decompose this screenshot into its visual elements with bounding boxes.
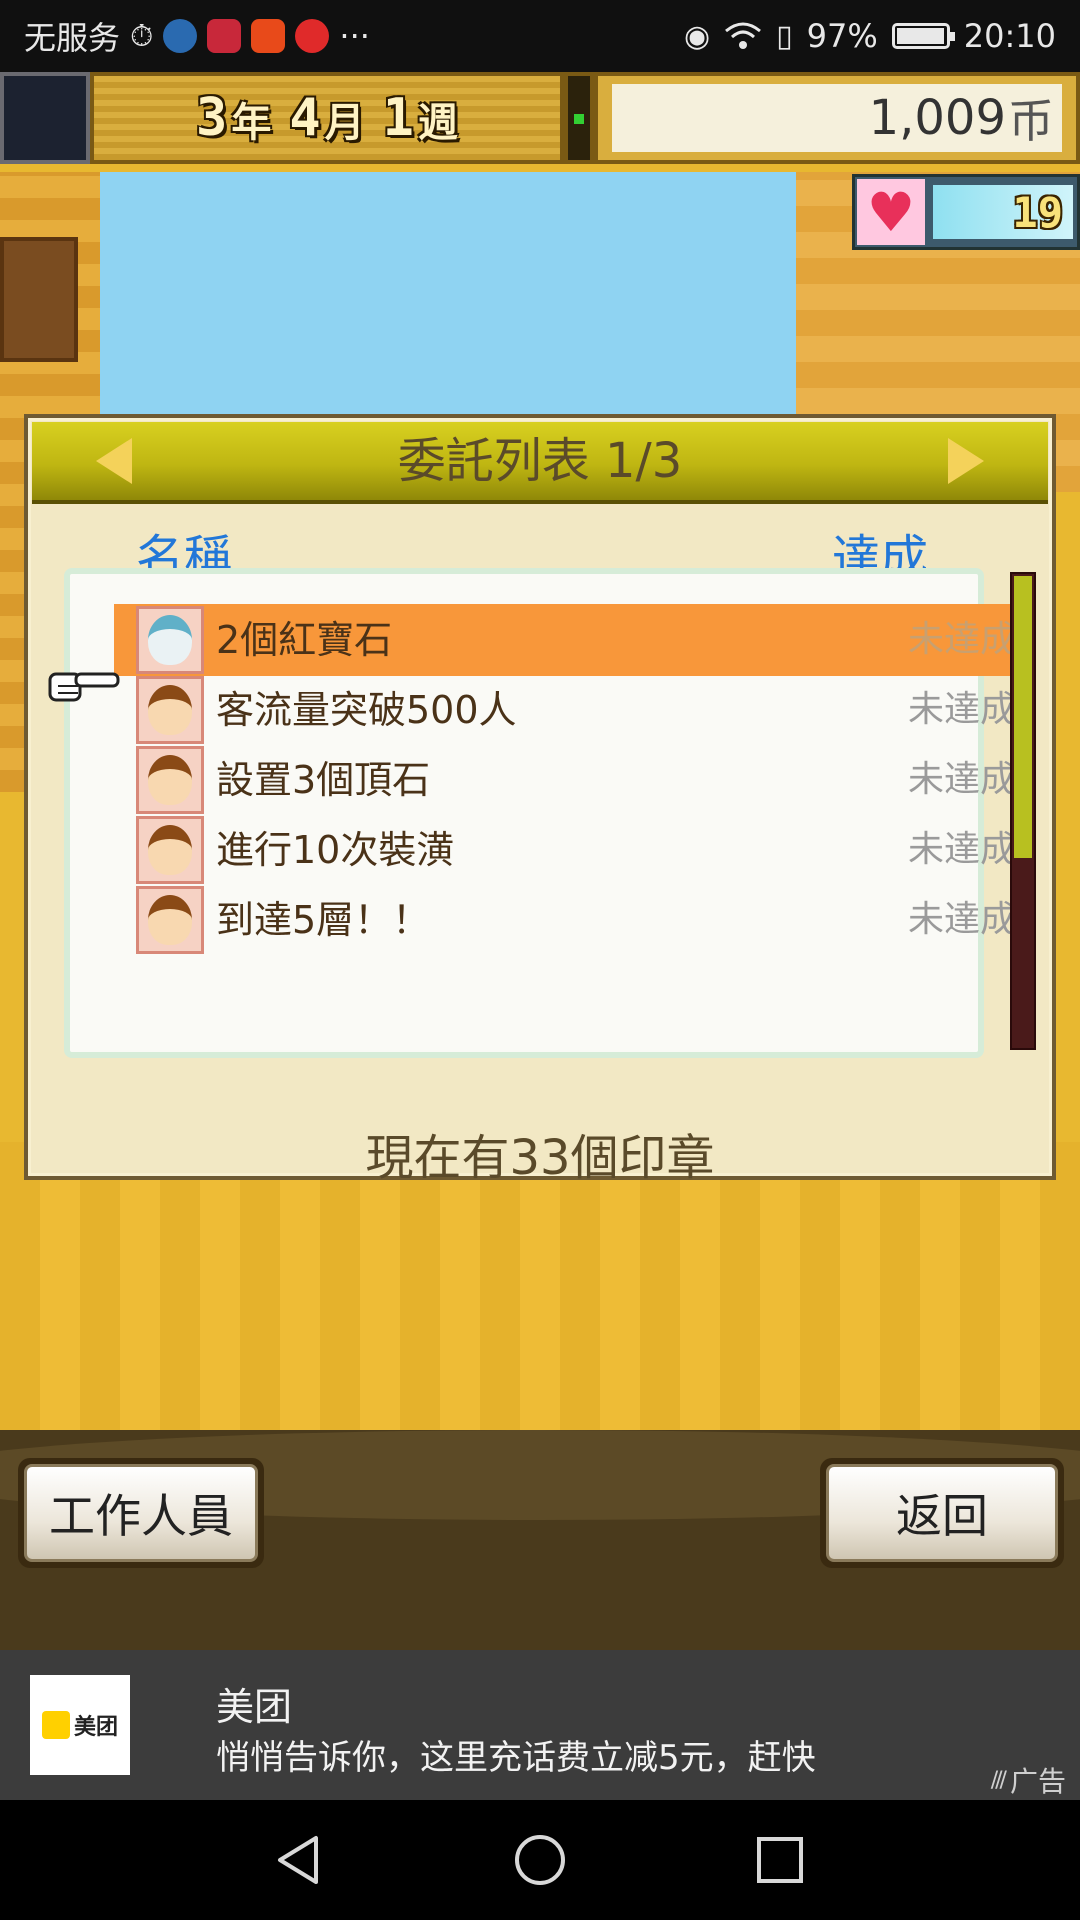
home-circle-icon[interactable] bbox=[510, 1830, 570, 1890]
recent-apps-square-icon[interactable] bbox=[750, 1830, 810, 1890]
dialog-title: 委託列表 1/3 bbox=[397, 433, 683, 489]
client-avatar-icon bbox=[136, 676, 204, 744]
next-page-arrow-icon[interactable] bbox=[948, 438, 984, 484]
back-button-label: 返回 bbox=[826, 1464, 1058, 1562]
ad-mark-icon: /// bbox=[990, 1767, 1007, 1793]
battery-icon bbox=[891, 23, 955, 49]
status-bar: 无服务 ⏱ ··· ◉ ▯ 97% 20:10 bbox=[0, 0, 1080, 72]
client-avatar-icon bbox=[136, 886, 204, 954]
clock: 20:10 bbox=[963, 17, 1056, 55]
sim-alert-icon: ▯ bbox=[776, 18, 793, 54]
wifi-icon bbox=[725, 22, 762, 49]
request-status: 未達成 bbox=[907, 899, 1016, 940]
eye-icon: ◉ bbox=[683, 18, 711, 54]
status-bar-left: 无服务 ⏱ ··· bbox=[24, 14, 370, 58]
request-status: 未達成 bbox=[907, 759, 1016, 800]
month-number: 4 bbox=[289, 88, 321, 148]
date-display: 3 年 4 月 1 週 bbox=[90, 72, 564, 164]
stable-window bbox=[0, 237, 78, 362]
huawei-app-icon bbox=[207, 19, 242, 53]
status-bar-right: ◉ ▯ 97% 20:10 bbox=[684, 14, 1056, 58]
popularity-bar: 19 bbox=[933, 185, 1073, 239]
money-unit: 币 bbox=[1008, 94, 1054, 148]
request-status: 未達成 bbox=[907, 619, 1016, 660]
speed-gauge[interactable] bbox=[564, 72, 594, 164]
meituan-badge-icon bbox=[41, 1711, 70, 1739]
popularity-display: ♥ 19 bbox=[852, 174, 1080, 250]
meituan-logo: 美团 bbox=[30, 1675, 130, 1775]
scrollbar-thumb[interactable] bbox=[1014, 576, 1032, 858]
more-notifications-icon: ··· bbox=[339, 17, 370, 55]
date-month: 4 月 bbox=[289, 88, 364, 148]
ad-title: 美团 bbox=[216, 1685, 293, 1729]
app-icon bbox=[163, 19, 198, 53]
client-avatar-icon bbox=[136, 746, 204, 814]
timer-icon: ⏱ bbox=[130, 18, 154, 54]
list-scrollbar[interactable] bbox=[1010, 572, 1036, 1050]
carrier-label: 无服务 bbox=[24, 19, 121, 57]
pointing-hand-icon bbox=[48, 672, 120, 702]
netease-music-icon bbox=[295, 19, 330, 53]
ad-description: 悄悄告诉你，这里充话费立减5元，赶快 bbox=[216, 1738, 816, 1778]
request-name: 進行10次裝潢 bbox=[216, 828, 455, 872]
game-app-icon bbox=[251, 19, 286, 53]
stamp-count-text: 現在有33個印章 bbox=[365, 1130, 715, 1186]
staff-button[interactable]: 工作人員 bbox=[18, 1458, 264, 1568]
battery-fill bbox=[896, 28, 944, 44]
year-unit: 年 bbox=[231, 100, 272, 146]
request-name: 設置3個頂石 bbox=[216, 758, 431, 802]
month-unit: 月 bbox=[324, 100, 365, 146]
date-week: 1 週 bbox=[383, 88, 458, 148]
date-year: 3 年 bbox=[196, 88, 271, 148]
client-avatar-icon bbox=[136, 606, 204, 674]
request-list: 2個紅寶石 未達成 客流量突破500人 未達成 設置3個頂石 未達成 進行10次… bbox=[64, 568, 1016, 1058]
battery-percent: 97% bbox=[806, 17, 878, 55]
bottom-command-bar: 工作人員 返回 bbox=[0, 1430, 1080, 1650]
week-number: 1 bbox=[382, 88, 414, 148]
money-box: 1,009 币 bbox=[612, 84, 1062, 152]
week-unit: 週 bbox=[417, 100, 458, 146]
request-status: 未達成 bbox=[907, 829, 1016, 870]
ad-tag-text: 广告 bbox=[1009, 1765, 1066, 1798]
request-list-dialog: 委託列表 1/3 名稱 達成 2個紅寶石 未達成 客流量突破500人 未達成 設… bbox=[24, 414, 1056, 1186]
request-name: 到達5層！！ bbox=[216, 898, 431, 942]
system-navigation-bar bbox=[0, 1800, 1080, 1920]
back-button[interactable]: 返回 bbox=[820, 1458, 1064, 1568]
client-avatar-icon bbox=[136, 816, 204, 884]
year-number: 3 bbox=[196, 88, 228, 148]
hud-avatar[interactable] bbox=[0, 72, 90, 164]
heart-icon: ♥ bbox=[857, 179, 925, 245]
request-name: 客流量突破500人 bbox=[216, 688, 517, 732]
request-row[interactable]: 客流量突破500人 未達成 bbox=[132, 674, 1022, 746]
back-triangle-icon[interactable] bbox=[270, 1830, 330, 1890]
request-row[interactable]: 進行10次裝潢 未達成 bbox=[132, 814, 1022, 886]
request-status: 未達成 bbox=[907, 689, 1016, 730]
request-row[interactable]: 設置3個頂石 未達成 bbox=[132, 744, 1022, 816]
staff-button-label: 工作人員 bbox=[24, 1464, 258, 1562]
ad-logo-text: 美团 bbox=[73, 1715, 118, 1740]
request-row[interactable]: 2個紅寶石 未達成 bbox=[114, 604, 1022, 676]
popularity-value: 19 bbox=[1012, 187, 1063, 237]
game-scene: 3 年 4 月 1 週 1,009 币 ♥ 19 委託列表 1/3 名稱 達成 bbox=[0, 72, 1080, 1650]
dialog-header: 委託列表 1/3 bbox=[32, 422, 1048, 504]
money-value: 1,009 bbox=[868, 90, 1006, 146]
ad-banner[interactable]: 美团 美团 悄悄告诉你，这里充话费立减5元，赶快 /// 广告 bbox=[0, 1650, 1080, 1800]
ad-label: /// 广告 bbox=[991, 1760, 1066, 1800]
money-display: 1,009 币 bbox=[594, 72, 1080, 164]
request-name: 2個紅寶石 bbox=[216, 618, 393, 662]
request-row[interactable]: 到達5層！！ 未達成 bbox=[132, 884, 1022, 956]
